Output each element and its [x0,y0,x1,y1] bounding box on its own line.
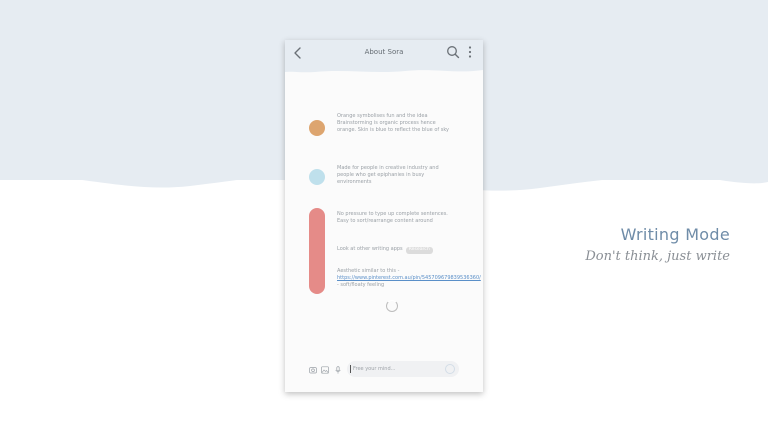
note-4[interactable]: Look at other writing apps Research [337,246,449,254]
more-vertical-icon[interactable] [467,45,473,59]
feature-subheadline: Don't think, just write [585,249,730,264]
search-icon[interactable] [446,45,460,59]
send-icon[interactable] [445,364,455,374]
back-chevron-icon[interactable] [291,46,305,60]
loading-spinner [386,300,398,312]
phone-screen: About Sora Orange symbolises fun and the… [285,40,483,392]
note-2[interactable]: Made for people in creative industry and… [337,165,449,187]
text-caret [350,365,351,373]
research-tag[interactable]: Research [405,247,433,254]
note-5-text-before: Aesthetic similar to this - [337,268,400,274]
note-1[interactable]: Orange symbolises fun and the idea Brain… [337,113,449,135]
composer-field[interactable] [347,361,459,377]
free-your-mind-input[interactable] [353,361,441,377]
red-group-marker [309,208,325,294]
note-5[interactable]: Aesthetic similar to this - https://www.… [337,268,481,290]
note-5-text-after: - soft/floaty feeling [337,282,385,289]
page-title: About Sora [364,48,404,56]
image-icon[interactable] [321,366,329,374]
note-3[interactable]: No pressure to type up complete sentence… [337,211,449,225]
orange-marker [309,120,325,136]
microphone-icon[interactable] [334,366,342,374]
feature-headline: Writing Mode [620,225,730,244]
camera-icon[interactable] [309,366,317,374]
app-bar-wave [285,66,483,73]
blue-marker [309,169,325,185]
note-4-text: Look at other writing apps [337,246,403,252]
pinterest-link[interactable]: https://www.pinterest.com.au/pin/5457096… [337,275,481,281]
